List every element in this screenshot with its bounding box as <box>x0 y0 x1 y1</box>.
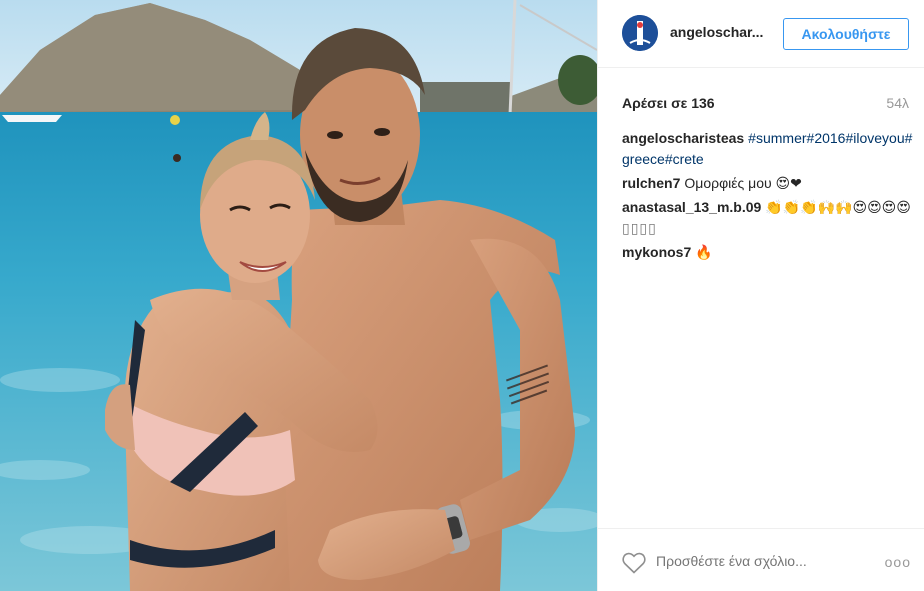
comment-text: 🔥 <box>695 244 713 260</box>
hashtag-link[interactable]: #crete <box>665 151 704 167</box>
more-options-icon[interactable]: ooo <box>885 554 911 570</box>
author-username[interactable]: angeloschar... <box>670 24 763 40</box>
comment-author[interactable]: mykonos7 <box>622 244 691 260</box>
post-footer: ooo <box>598 528 924 591</box>
comment-author[interactable]: anastasal_13_m.b.09 <box>622 199 761 215</box>
add-comment-input[interactable] <box>656 553 856 569</box>
heart-icon[interactable] <box>622 552 646 574</box>
hashtag-link[interactable]: #iloveyou <box>845 130 904 146</box>
caption: angeloscharisteas #summer#2016#iloveyou#g… <box>622 128 914 170</box>
comment-text: Ομορφιές μου 😍❤ <box>684 175 802 191</box>
caption-author[interactable]: angeloscharisteas <box>622 130 744 146</box>
comment-item: anastasal_13_m.b.09 👏👏👏🙌🙌😍😍😍😍 ▯▯▯▯ <box>622 197 914 239</box>
likes-count[interactable]: Αρέσει σε 136 <box>622 95 715 111</box>
instagram-post: angeloschar... Ακολουθήστε Αρέσει σε 136… <box>0 0 924 591</box>
likes-row: Αρέσει σε 136 54λ <box>622 91 909 111</box>
post-header: angeloschar... Ακολουθήστε <box>598 0 924 68</box>
beach-couple-image <box>0 0 597 591</box>
comment-text: 👏👏👏🙌🙌😍😍😍😍 <box>765 199 911 215</box>
post-sidebar: angeloschar... Ακολουθήστε Αρέσει σε 136… <box>597 0 924 591</box>
comment-item: rulchen7 Ομορφιές μου 😍❤ <box>622 173 914 194</box>
follow-button[interactable]: Ακολουθήστε <box>783 18 909 50</box>
comments-list: angeloscharisteas #summer#2016#iloveyou#g… <box>622 128 914 266</box>
hashtag-link[interactable]: #2016 <box>807 130 846 146</box>
comment-unrendered-glyphs: ▯▯▯▯ <box>622 220 657 236</box>
post-photo[interactable] <box>0 0 597 591</box>
avatar-logo-icon <box>622 15 658 51</box>
comment-item: mykonos7 🔥 <box>622 242 914 263</box>
comment-author[interactable]: rulchen7 <box>622 175 680 191</box>
avatar[interactable] <box>622 15 658 51</box>
hashtag-link[interactable]: #summer <box>748 130 806 146</box>
post-timestamp[interactable]: 54λ <box>886 95 909 111</box>
